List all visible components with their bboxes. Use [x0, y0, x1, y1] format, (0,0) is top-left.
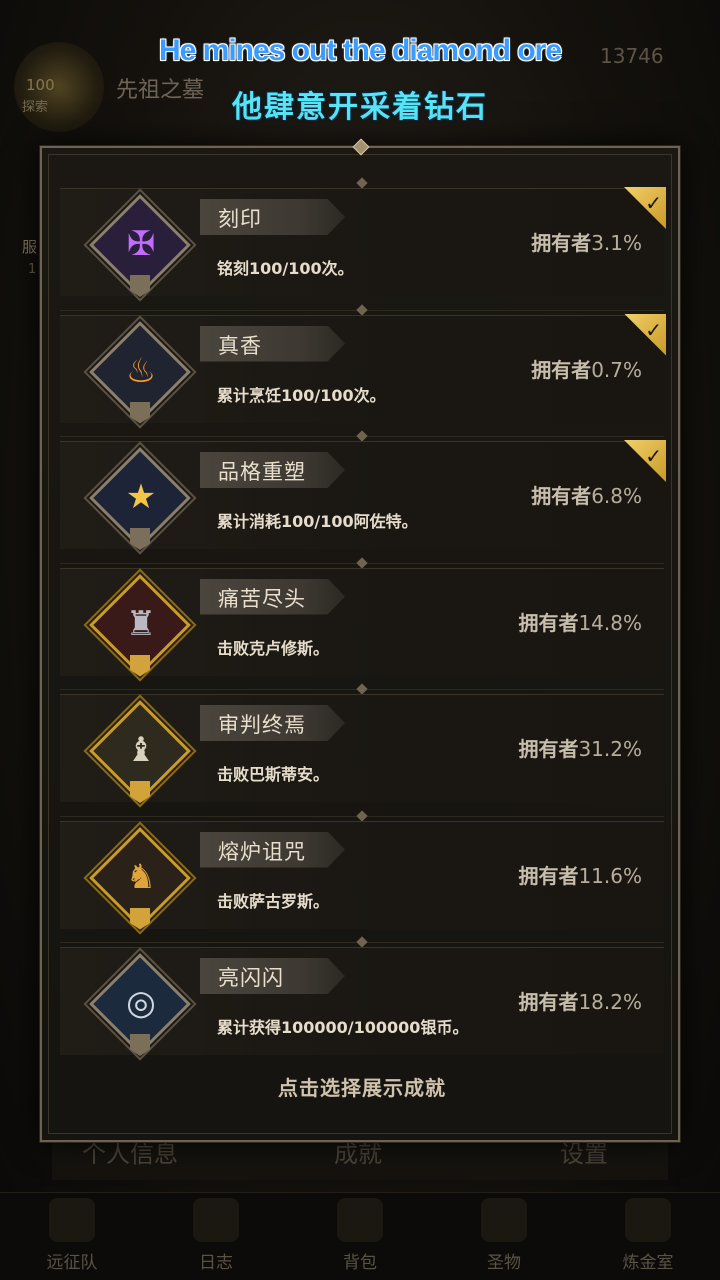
achievement-title: 真香 — [218, 333, 262, 358]
achievement-row[interactable]: ✠ 刻印 铭刻100/100次。 拥有者3.1% ✓ — [60, 177, 666, 311]
caption-chinese: 他肆意开采着钻石 — [232, 90, 488, 125]
journal-icon — [193, 1198, 239, 1242]
achievement-row[interactable]: ◎ 亮闪闪 累计获得100000/100000银币。 拥有者18.2% — [60, 936, 664, 1070]
achievement-badge: ♝ — [89, 700, 191, 803]
achievement-title: 审判终焉 — [218, 713, 306, 737]
achievement-card[interactable]: ★ 品格重塑 累计消耗100/100阿佐特。 拥有者6.8% ✓ — [60, 440, 666, 550]
judge-boss-icon: ♝ — [125, 730, 157, 770]
divider-gem — [356, 177, 368, 189]
achievement-badge: ♜ — [89, 573, 191, 677]
achievement-card[interactable]: ◎ 亮闪闪 累计获得100000/100000银币。 拥有者18.2% — [60, 947, 664, 1056]
achievement-list: ✠ 刻印 铭刻100/100次。 拥有者3.1% ✓ ♨ 真香 累计烹饪100/… — [60, 177, 666, 1070]
achievement-badge: ★ — [89, 447, 191, 550]
achievement-desc: 累计烹饪100/100次。 — [217, 385, 386, 405]
nav-label: 背包 — [343, 1253, 377, 1273]
nav-label: 圣物 — [487, 1253, 521, 1273]
achievement-row[interactable]: ♨ 真香 累计烹饪100/100次。 拥有者0.7% ✓ — [60, 303, 666, 437]
achievement-desc: 击败萨古罗斯。 — [217, 891, 330, 911]
owner-percentage: 拥有者31.2% — [518, 737, 642, 761]
achievement-badge: ♞ — [89, 826, 191, 930]
spiked-boss-icon: ♜ — [125, 603, 157, 644]
achievement-title: 刻印 — [218, 207, 262, 231]
owner-percentage: 拥有者18.2% — [518, 990, 642, 1014]
silver-coins-icon: ◎ — [126, 983, 156, 1023]
achievement-badge: ♨ — [89, 320, 191, 424]
side-tab-label: 服 — [22, 238, 38, 256]
nav-label: 远征队 — [46, 1253, 98, 1273]
owner-percentage: 拥有者0.7% — [531, 357, 642, 382]
achievement-row[interactable]: ★ 品格重塑 累计消耗100/100阿佐特。 拥有者6.8% ✓ — [60, 430, 666, 564]
bottom-nav: 远征队 日志 背包 圣物 炼金室 — [0, 1192, 720, 1280]
achievement-desc: 击败巴斯蒂安。 — [217, 765, 330, 784]
forge-boss-icon: ♞ — [125, 856, 157, 897]
achievement-title: 品格重塑 — [218, 460, 306, 484]
achievement-select-modal: ✠ 刻印 铭刻100/100次。 拥有者3.1% ✓ ♨ 真香 累计烹饪100/… — [40, 138, 680, 1142]
achievement-card[interactable]: ♜ 痛苦尽头 击败克卢修斯。 拥有者14.8% — [60, 567, 664, 677]
alchemy-icon — [625, 1198, 671, 1242]
achievement-card[interactable]: ♞ 熔炉诅咒 击败萨古罗斯。 拥有者11.6% — [60, 820, 664, 930]
nav-alchemy: 炼金室 — [593, 1193, 703, 1280]
nav-journal: 日志 — [161, 1193, 271, 1280]
owner-percentage: 拥有者6.8% — [531, 484, 642, 508]
achievement-row[interactable]: ♞ 熔炉诅咒 击败萨古罗斯。 拥有者11.6% — [60, 809, 664, 943]
nav-relics: 圣物 — [449, 1193, 559, 1280]
achievement-card[interactable]: ✠ 刻印 铭刻100/100次。 拥有者3.1% ✓ — [60, 187, 666, 297]
achievement-row[interactable]: ♝ 审判终焉 击败巴斯蒂安。 拥有者31.2% — [60, 683, 664, 817]
achievement-title: 亮闪闪 — [218, 966, 284, 990]
gold-star-icon: ★ — [125, 477, 157, 517]
side-tab-sub: 1 — [28, 262, 37, 277]
achievement-desc: 铭刻100/100次。 — [217, 259, 354, 278]
nav-expedition: 远征队 — [17, 1193, 127, 1280]
achievement-badge: ✠ — [89, 194, 191, 297]
achievement-desc: 击败克卢修斯。 — [217, 638, 330, 658]
selected-check-icon: ✓ — [624, 313, 666, 356]
backpack-icon — [337, 1198, 383, 1242]
select-showcase-hint: 点击选择展示成就 — [278, 1076, 446, 1100]
nav-label: 炼金室 — [622, 1253, 674, 1273]
owner-percentage: 拥有者14.8% — [518, 610, 642, 635]
achievement-desc: 累计获得100000/100000银币。 — [217, 1018, 469, 1037]
achievement-title: 痛苦尽头 — [218, 586, 306, 611]
nav-label: 日志 — [199, 1253, 233, 1273]
achievement-row[interactable]: ♜ 痛苦尽头 击败克卢修斯。 拥有者14.8% — [60, 556, 664, 690]
achievement-card[interactable]: ♨ 真香 累计烹饪100/100次。 拥有者0.7% ✓ — [60, 313, 666, 424]
selected-check-icon: ✓ — [624, 187, 666, 229]
selected-check-icon: ✓ — [624, 440, 666, 482]
owner-percentage: 拥有者3.1% — [531, 231, 642, 255]
owner-percentage: 拥有者11.6% — [518, 863, 642, 888]
caption-english: He mines out the diamond ore — [158, 34, 562, 67]
achievement-title: 熔炉诅咒 — [218, 839, 306, 864]
relic-icon — [481, 1198, 527, 1242]
cooking-pot-icon: ♨ — [125, 350, 157, 391]
rune-sigil-icon: ✠ — [126, 224, 156, 264]
nav-backpack: 背包 — [305, 1193, 415, 1280]
achievement-card[interactable]: ♝ 审判终焉 击败巴斯蒂安。 拥有者31.2% — [60, 694, 664, 803]
achievement-badge: ◎ — [89, 953, 191, 1056]
achievement-desc: 累计消耗100/100阿佐特。 — [217, 512, 418, 531]
helmet-icon — [49, 1198, 95, 1242]
